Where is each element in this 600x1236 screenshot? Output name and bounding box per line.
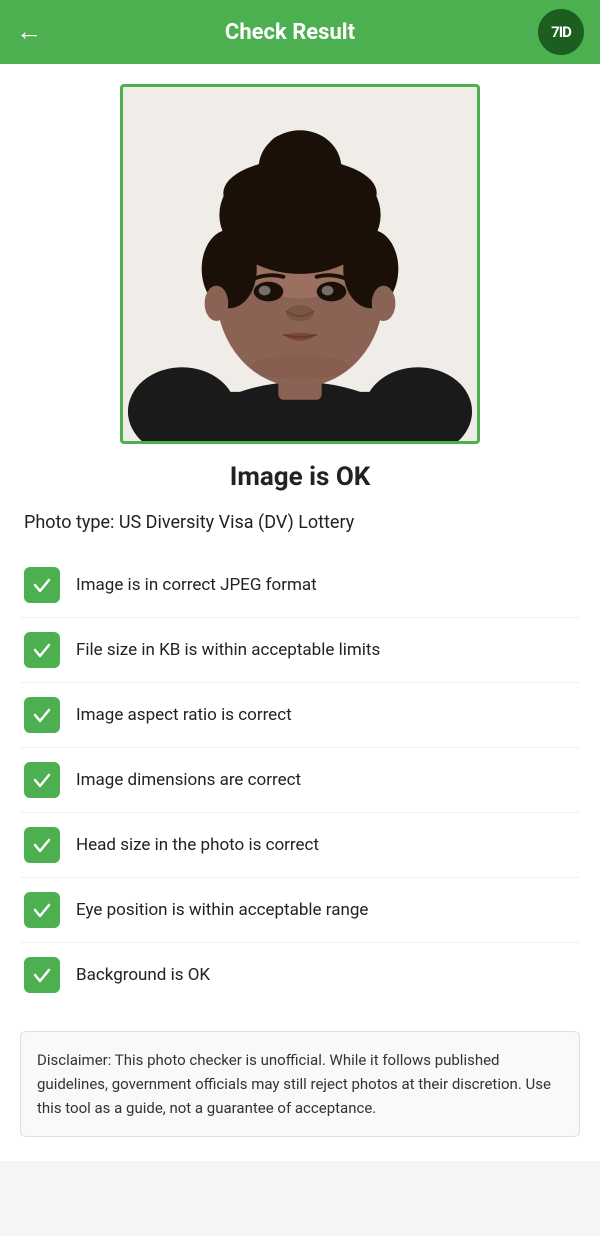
check-item-background: Background is OK: [20, 943, 580, 1007]
status-title: Image is OK: [20, 462, 580, 492]
page-title: Check Result: [42, 20, 538, 45]
check-label-jpeg: Image is in correct JPEG format: [76, 574, 317, 596]
check-label-background: Background is OK: [76, 964, 210, 986]
photo-frame: [120, 84, 480, 444]
disclaimer-box: Disclaimer: This photo checker is unoffi…: [20, 1031, 580, 1137]
check-icon-eyepos: [24, 892, 60, 928]
check-label-filesize: File size in KB is within acceptable lim…: [76, 639, 380, 661]
back-button[interactable]: ←: [16, 19, 42, 45]
check-list: Image is in correct JPEG format File siz…: [20, 553, 580, 1007]
check-label-eyepos: Eye position is within acceptable range: [76, 899, 368, 921]
photo-container: [20, 84, 580, 444]
check-item-filesize: File size in KB is within acceptable lim…: [20, 618, 580, 683]
check-label-dimensions: Image dimensions are correct: [76, 769, 301, 791]
check-label-aspect: Image aspect ratio is correct: [76, 704, 292, 726]
passport-photo: [123, 87, 477, 441]
disclaimer-text: Disclaimer: This photo checker is unoffi…: [37, 1051, 551, 1117]
check-item-dimensions: Image dimensions are correct: [20, 748, 580, 813]
check-icon-aspect: [24, 697, 60, 733]
photo-type-label: Photo type: US Diversity Visa (DV) Lotte…: [20, 512, 580, 533]
check-icon-filesize: [24, 632, 60, 668]
check-item-headsize: Head size in the photo is correct: [20, 813, 580, 878]
app-header: ← Check Result 7ID: [0, 0, 600, 64]
check-icon-headsize: [24, 827, 60, 863]
check-item-aspect: Image aspect ratio is correct: [20, 683, 580, 748]
check-item-jpeg: Image is in correct JPEG format: [20, 553, 580, 618]
check-item-eyepos: Eye position is within acceptable range: [20, 878, 580, 943]
check-icon-background: [24, 957, 60, 993]
check-icon-dimensions: [24, 762, 60, 798]
check-icon-jpeg: [24, 567, 60, 603]
check-label-headsize: Head size in the photo is correct: [76, 834, 319, 856]
main-content: Image is OK Photo type: US Diversity Vis…: [0, 64, 600, 1161]
app-logo: 7ID: [538, 9, 584, 55]
